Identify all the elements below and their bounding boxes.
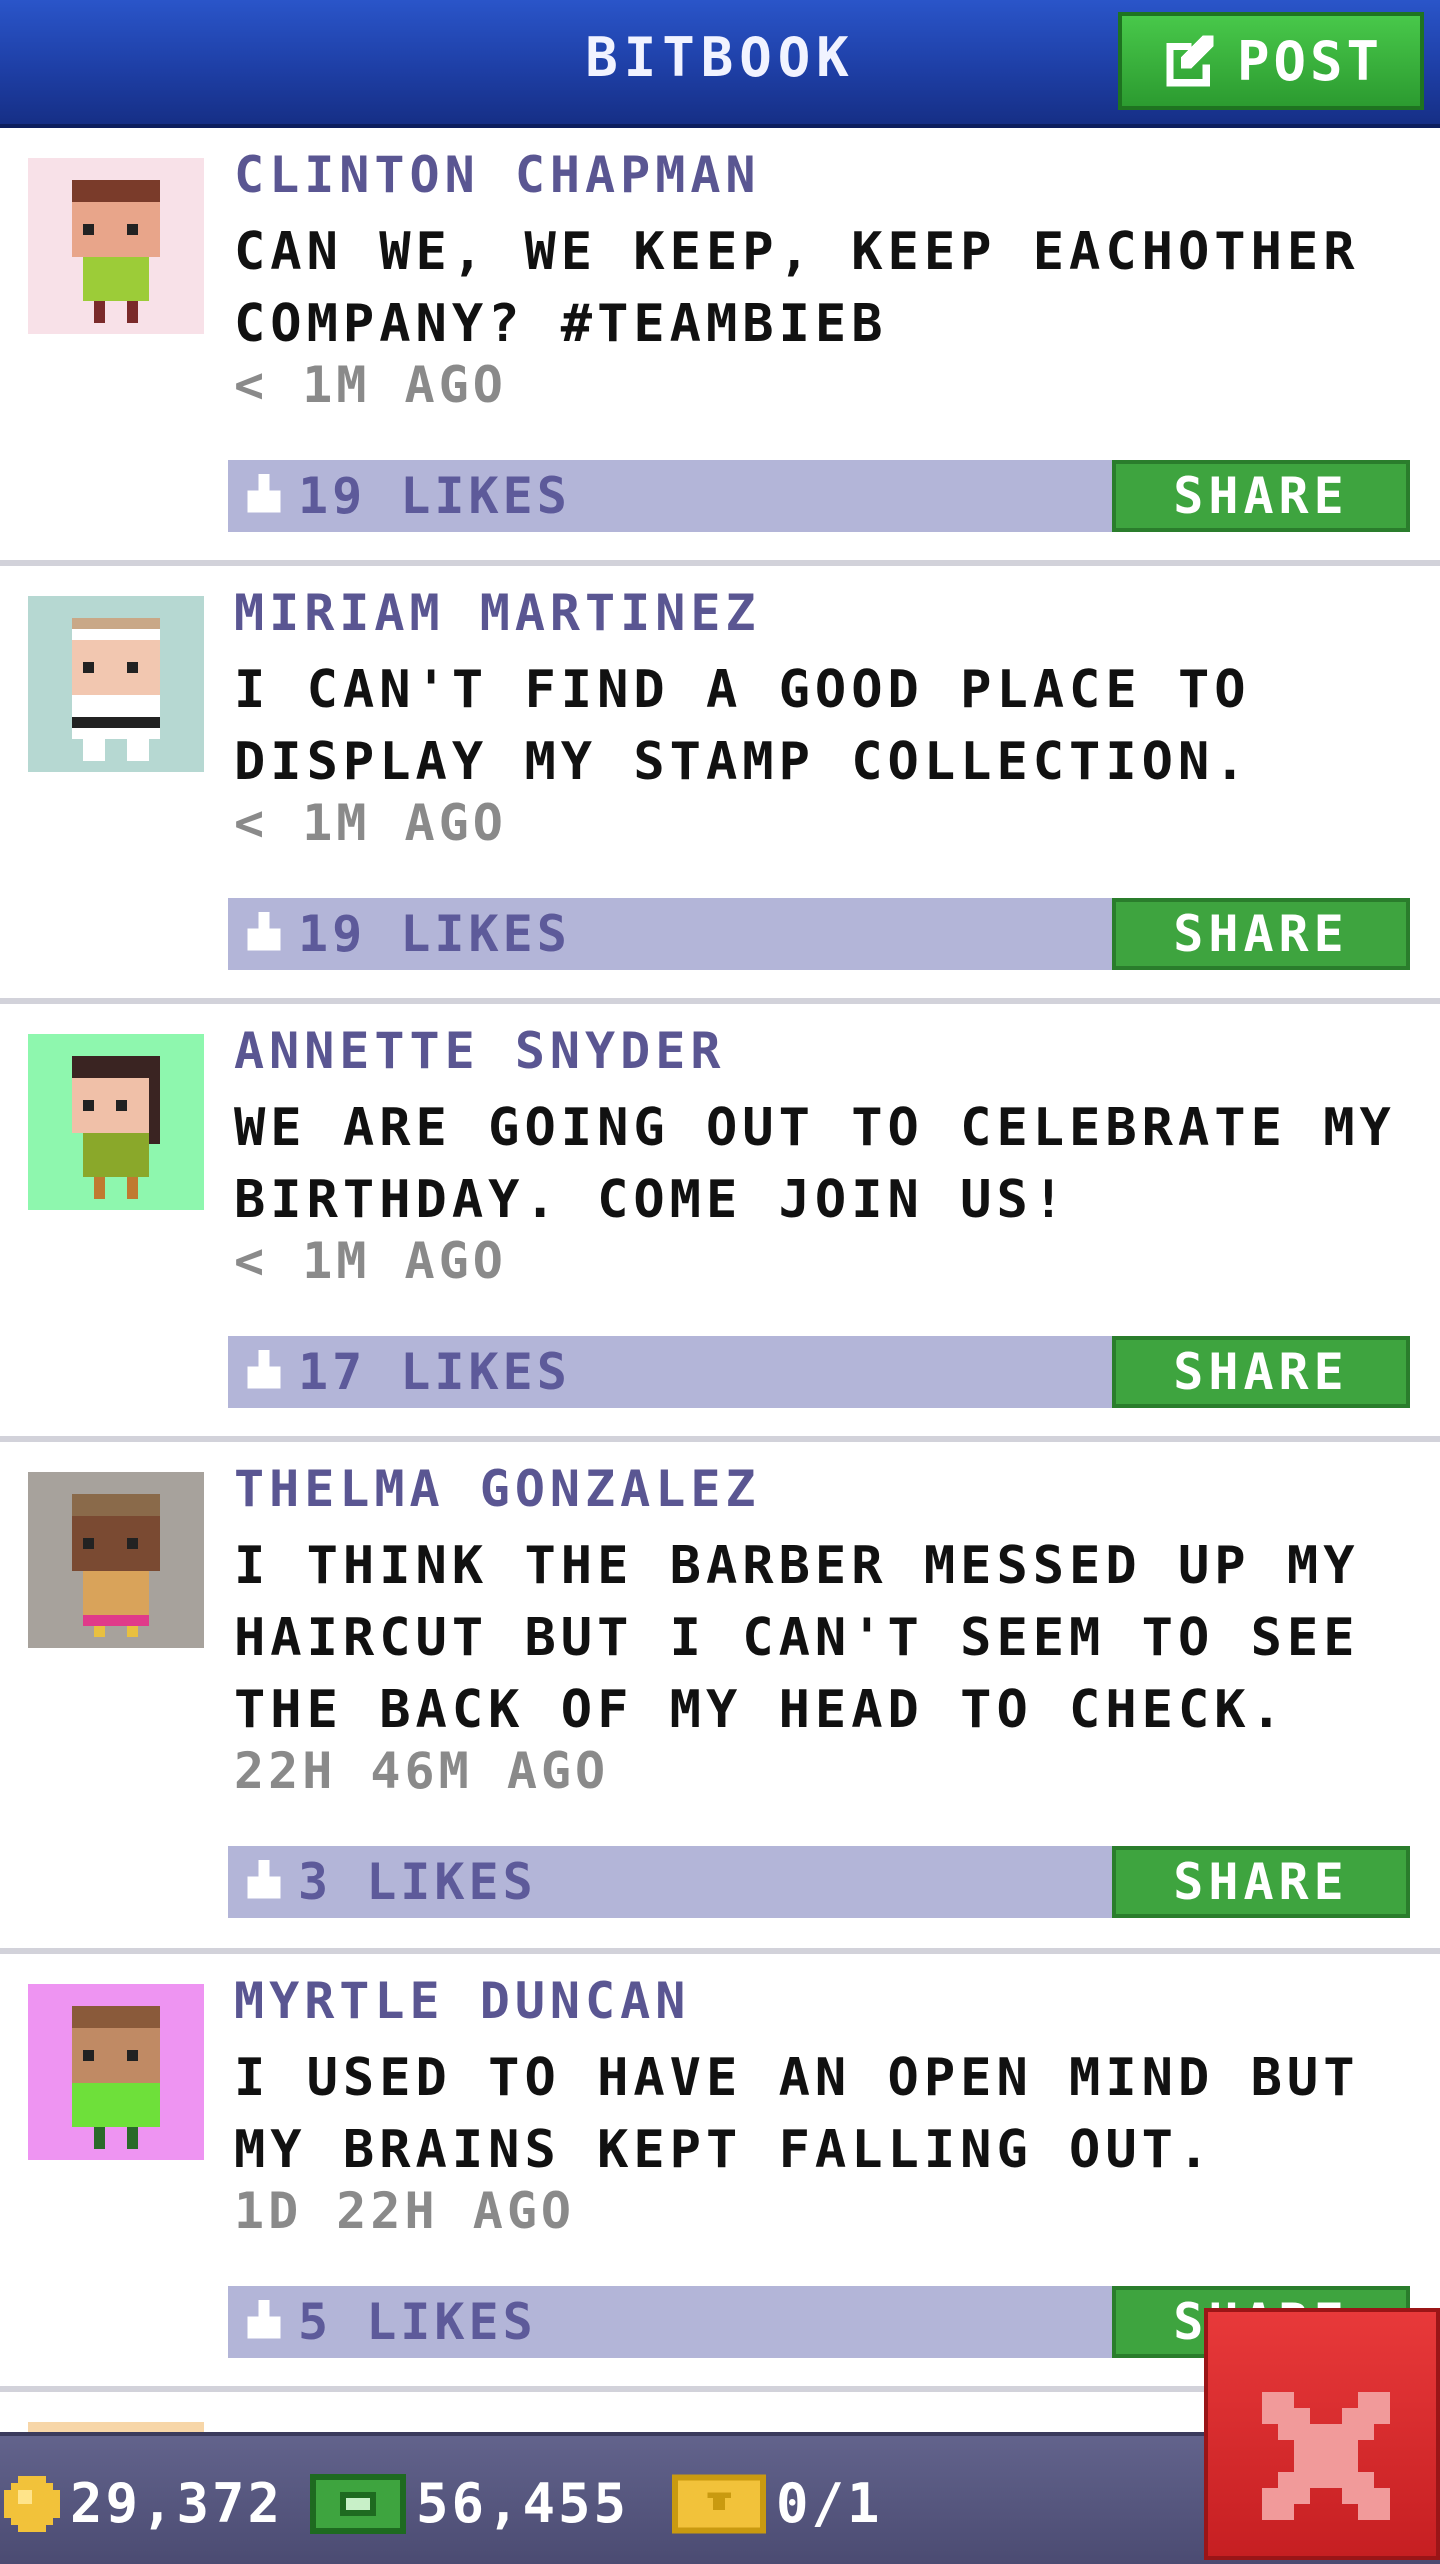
post-message: WE ARE GOING OUT TO CELEBRATE MY BIRTHDA… [234,1098,1396,1230]
app-header: BITBOOK POST [0,0,1440,128]
compose-icon [1166,35,1214,87]
like-button[interactable]: 3 LIKES [228,1846,537,1918]
post-author[interactable]: MIRIAM MARTINEZ [234,584,761,642]
post-card: CLINTON CHAPMAN CAN WE, WE KEEP, KEEP EA… [0,128,1440,566]
like-button[interactable]: 5 LIKES [228,2286,537,2358]
like-button[interactable]: 19 LIKES [228,898,571,970]
post-card: THELMA GONZALEZ I THINK THE BARBER MESSE… [0,1442,1440,1954]
thumbs-up-icon [247,2300,281,2339]
avatar-image [28,1034,204,1210]
like-button[interactable]: 19 LIKES [228,460,571,532]
post-button-label: POST [1236,29,1384,93]
post-time: 1D 22H AGO [234,2182,576,2240]
avatar[interactable] [28,1034,204,1210]
thumbs-up-icon [247,474,281,513]
thumbs-up-icon [247,1860,281,1899]
post-card: MIRIAM MARTINEZ I CAN'T FIND A GOOD PLAC… [0,566,1440,1004]
post-action-bar: 19 LIKES SHARE [228,898,1410,970]
post-card: ANNETTE SNYDER WE ARE GOING OUT TO CELEB… [0,1004,1440,1442]
post-message: I USED TO HAVE AN OPEN MIND BUT MY BRAIN… [234,2048,1360,2180]
post-time: < 1M AGO [234,1232,507,1290]
like-count: 5 LIKES [298,2293,537,2351]
post-message: I THINK THE BARBER MESSED UP MY HAIRCUT … [234,1536,1360,1740]
share-button[interactable]: SHARE [1112,460,1410,532]
post-author[interactable]: MYRTLE DUNCAN [234,1972,690,2030]
like-count: 19 LIKES [298,467,571,525]
post-message: I CAN'T FIND A GOOD PLACE TO DISPLAY MY … [234,660,1251,792]
post-time: 22H 46M AGO [234,1742,610,1800]
post-author[interactable]: CLINTON CHAPMAN [234,146,761,204]
post-time: < 1M AGO [234,356,507,414]
close-icon [1262,2392,1390,2520]
tickets-stat: 0/1 [672,2472,883,2535]
post-action-bar: 17 LIKES SHARE [228,1336,1410,1408]
coins-stat: 29,372 [4,2472,283,2535]
like-count: 3 LIKES [298,1853,537,1911]
thumbs-up-icon [247,1350,281,1389]
ticket-icon [672,2474,766,2533]
post-action-bar: 19 LIKES SHARE [228,460,1410,532]
post-author[interactable]: THELMA GONZALEZ [234,1460,761,1518]
like-count: 17 LIKES [298,1343,571,1401]
avatar[interactable] [28,1984,204,2160]
post-time: < 1M AGO [234,794,507,852]
close-button[interactable] [1204,2308,1440,2560]
coin-icon [4,2475,60,2532]
like-count: 19 LIKES [298,905,571,963]
like-button[interactable]: 17 LIKES [228,1336,571,1408]
avatar[interactable] [28,596,204,772]
coin-count: 29,372 [70,2472,284,2535]
avatar-image [28,1984,204,2160]
post-button[interactable]: POST [1118,12,1424,110]
share-button[interactable]: SHARE [1112,1336,1410,1408]
avatar[interactable] [28,158,204,334]
bux-stat: 56,455 [310,2472,629,2535]
post-action-bar: 3 LIKES SHARE [228,1846,1410,1918]
ticket-count: 0/1 [776,2472,883,2535]
bux-icon [310,2473,406,2534]
thumbs-up-icon [247,912,281,951]
share-button[interactable]: SHARE [1112,1846,1410,1918]
share-button[interactable]: SHARE [1112,898,1410,970]
bux-count: 56,455 [416,2472,630,2535]
post-author[interactable]: ANNETTE SNYDER [234,1022,725,1080]
post-message: CAN WE, WE KEEP, KEEP EACHOTHER COMPANY?… [234,222,1360,354]
avatar-image [28,596,204,772]
avatar-image [28,1472,204,1648]
avatar-image [28,158,204,334]
avatar[interactable] [28,1472,204,1648]
